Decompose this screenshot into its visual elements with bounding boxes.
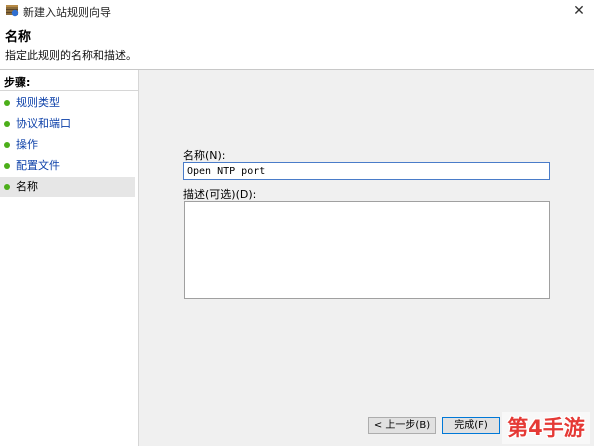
step-label: 协议和端口	[16, 117, 71, 130]
name-label: 名称(N):	[183, 149, 226, 162]
step-profile[interactable]: 配置文件	[0, 156, 135, 176]
description-label: 描述(可选)(D):	[183, 188, 257, 201]
step-label: 规则类型	[16, 96, 60, 109]
step-label: 操作	[16, 138, 38, 151]
description-input[interactable]	[184, 201, 550, 299]
step-dot-icon	[4, 163, 10, 169]
step-action[interactable]: 操作	[0, 135, 135, 155]
step-dot-icon	[4, 121, 10, 127]
step-dot-icon	[4, 100, 10, 106]
close-button[interactable]: ✕	[564, 0, 594, 22]
page-title: 名称	[5, 30, 32, 45]
step-dot-icon	[4, 142, 10, 148]
wizard-content: 步骤: 规则类型 协议和端口 操作 配置文件 名称 名称(N): 描述(可选)(…	[0, 70, 594, 446]
title-bar: 新建入站规则向导 ✕	[0, 0, 594, 22]
finish-button[interactable]: 完成(F)	[442, 417, 500, 434]
step-label: 名称	[16, 180, 38, 193]
wizard-header: 名称 指定此规则的名称和描述。	[0, 22, 594, 70]
steps-panel: 步骤: 规则类型 协议和端口 操作 配置文件 名称	[0, 70, 139, 446]
back-button[interactable]: < 上一步(B)	[368, 417, 436, 434]
step-label: 配置文件	[16, 159, 60, 172]
name-input[interactable]	[183, 162, 550, 180]
steps-divider	[0, 90, 138, 91]
watermark-logo: 第4手游	[502, 412, 590, 444]
step-name[interactable]: 名称	[0, 177, 135, 197]
page-description: 指定此规则的名称和描述。	[5, 49, 137, 62]
window-title: 新建入站规则向导	[23, 6, 111, 19]
step-dot-icon	[4, 184, 10, 190]
step-rule-type[interactable]: 规则类型	[0, 93, 135, 113]
steps-title: 步骤:	[4, 76, 31, 89]
firewall-icon	[6, 5, 19, 17]
step-protocol-ports[interactable]: 协议和端口	[0, 114, 135, 134]
